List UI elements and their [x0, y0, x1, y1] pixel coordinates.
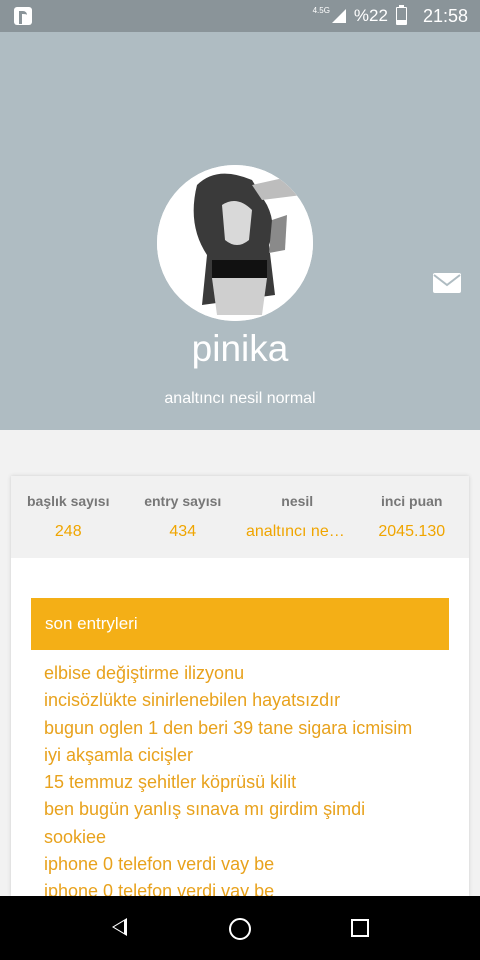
stat-value: analtıncı nesil normal — [246, 523, 355, 540]
recent-entries-header: son entryleri — [31, 598, 449, 650]
stat-topic-count[interactable]: başlık sayısı 248 — [11, 476, 126, 558]
stat-generation[interactable]: nesil analtıncı nesil normal — [240, 476, 355, 558]
recent-apps-icon[interactable] — [351, 919, 369, 937]
stat-label: nesil — [281, 493, 314, 509]
network-type: 4.5G — [312, 5, 330, 15]
app-notification-icon — [14, 7, 32, 25]
entry-link[interactable]: ben bugün yanlış sınava mı girdim şimdi — [44, 796, 454, 823]
stats-row: başlık sayısı 248 entry sayısı 434 nesil… — [11, 476, 469, 558]
avatar-photo-icon — [157, 165, 313, 321]
stat-points[interactable]: inci puan 2045.130 — [355, 476, 470, 558]
clock: 21:58 — [422, 5, 468, 26]
status-indicators: 4.5G %22 21:58 — [313, 0, 468, 32]
avatar[interactable] — [157, 165, 313, 321]
stat-label: başlık sayısı — [26, 493, 110, 509]
status-bar: 4.5G %22 21:58 — [0, 0, 480, 32]
home-icon[interactable] — [229, 918, 251, 940]
profile-header: pinika analtıncı nesil normal — [0, 32, 480, 430]
username: pinika — [191, 328, 289, 369]
stat-value: 248 — [54, 523, 82, 540]
entry-link[interactable]: sookiee — [44, 824, 454, 851]
user-subtitle: analtıncı nesil normal — [164, 390, 316, 407]
signal-icon — [331, 9, 346, 23]
mail-envelope-icon — [433, 274, 461, 287]
stat-value: 434 — [169, 523, 197, 540]
stat-label: inci puan — [381, 493, 443, 509]
stat-label: entry sayısı — [144, 493, 222, 509]
mail-icon[interactable] — [433, 273, 461, 293]
navigation-bar — [0, 896, 480, 960]
stat-value: 2045.130 — [378, 523, 446, 540]
back-icon[interactable] — [112, 918, 127, 936]
battery-percent: %22 — [353, 6, 388, 25]
entry-link[interactable]: iyi akşamla cicişler — [44, 742, 454, 769]
battery-icon — [395, 5, 407, 25]
stat-entry-count[interactable]: entry sayısı 434 — [126, 476, 241, 558]
battery-fill — [396, 20, 406, 24]
entry-link[interactable]: iphone 0 telefon verdi vay be — [44, 851, 454, 878]
entry-link[interactable]: elbise değiştirme ilizyonu — [44, 660, 454, 687]
entry-link[interactable]: incisözlükte sinirlenebilen hayatsızdır — [44, 687, 454, 714]
entry-link[interactable]: bugun oglen 1 den beri 39 tane sigara ic… — [44, 715, 454, 742]
entry-link[interactable]: 15 temmuz şehitler köprüsü kilit — [44, 769, 454, 796]
stats-card: başlık sayısı 248 entry sayısı 434 nesil… — [11, 476, 469, 901]
entry-list: elbise değiştirme ilizyonu incisözlükte … — [44, 660, 454, 906]
